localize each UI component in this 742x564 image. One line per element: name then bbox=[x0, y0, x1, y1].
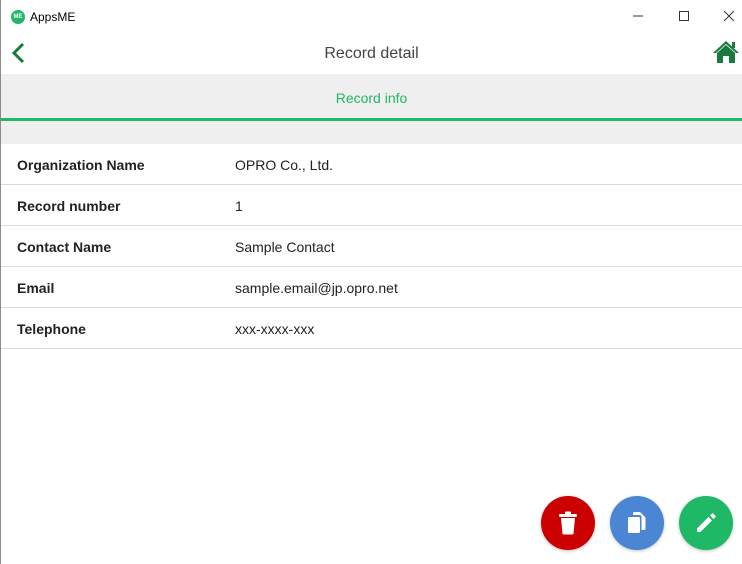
field-row-contact-name: Contact Name Sample Contact bbox=[1, 226, 742, 267]
home-icon bbox=[713, 41, 739, 63]
field-value: Sample Contact bbox=[235, 239, 335, 255]
field-row-organization-name: Organization Name OPRO Co., Ltd. bbox=[1, 144, 742, 185]
copy-icon bbox=[628, 512, 646, 533]
edit-button[interactable] bbox=[679, 496, 733, 550]
field-row-telephone: Telephone xxx-xxxx-xxx bbox=[1, 308, 742, 349]
field-value: sample.email@jp.opro.net bbox=[235, 280, 398, 296]
close-button[interactable] bbox=[706, 0, 742, 32]
app-window: ME AppsME Record detail Record info Orga… bbox=[0, 0, 742, 564]
minimize-button[interactable] bbox=[615, 0, 661, 32]
title-bar: ME AppsME bbox=[1, 0, 742, 32]
maximize-button[interactable] bbox=[661, 0, 707, 32]
field-label: Record number bbox=[17, 198, 121, 214]
app-logo-icon: ME bbox=[11, 10, 25, 24]
tab-bar: Record info bbox=[1, 74, 742, 118]
record-field-list: Organization Name OPRO Co., Ltd. Record … bbox=[1, 144, 742, 349]
section-divider bbox=[1, 121, 742, 144]
field-label: Organization Name bbox=[17, 157, 145, 173]
field-value: OPRO Co., Ltd. bbox=[235, 157, 334, 173]
maximize-icon bbox=[679, 11, 689, 21]
field-label: Email bbox=[17, 280, 55, 296]
field-label: Contact Name bbox=[17, 239, 112, 255]
window-title: AppsME bbox=[30, 10, 76, 24]
field-value: xxx-xxxx-xxx bbox=[235, 321, 315, 337]
home-button[interactable] bbox=[711, 38, 741, 66]
page-title: Record detail bbox=[324, 45, 419, 62]
pencil-icon bbox=[697, 513, 716, 532]
delete-button[interactable] bbox=[541, 496, 595, 550]
field-label: Telephone bbox=[17, 321, 86, 337]
nav-header: Record detail bbox=[1, 32, 742, 74]
field-row-record-number: Record number 1 bbox=[1, 185, 742, 226]
copy-button[interactable] bbox=[610, 496, 664, 550]
field-row-email: Email sample.email@jp.opro.net bbox=[1, 267, 742, 308]
tab-record-info[interactable]: Record info bbox=[1, 90, 742, 106]
minimize-icon bbox=[633, 15, 643, 17]
close-icon bbox=[723, 10, 735, 22]
trash-icon bbox=[559, 511, 577, 535]
field-value: 1 bbox=[235, 198, 243, 214]
